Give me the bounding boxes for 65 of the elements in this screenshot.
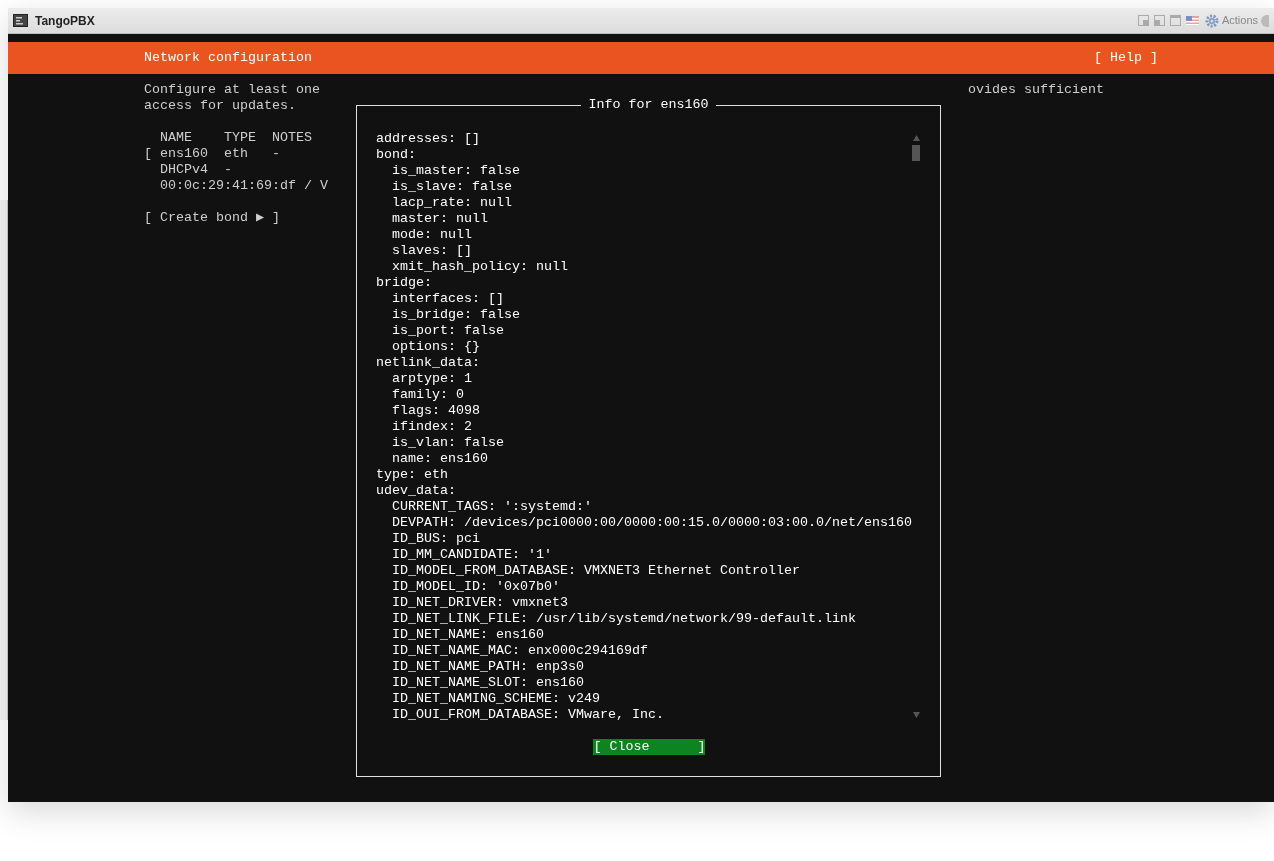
window-maximize-icon[interactable] (1169, 15, 1181, 26)
info-line: slaves: [] (392, 243, 473, 259)
info-line: CURRENT_TAGS: ':systemd:' (392, 499, 593, 515)
info-line: ID_NET_NAME: ens160 (392, 627, 545, 643)
info-line: master: null (392, 211, 489, 227)
info-line: ID_NET_DRIVER: vmxnet3 (392, 595, 569, 611)
info-line: ifindex: 2 (392, 419, 473, 435)
info-line: addresses: [] (376, 131, 481, 147)
scrollbar-thumb[interactable] (912, 145, 920, 161)
help-button[interactable]: [ Help ] (1094, 50, 1158, 66)
info-line: ID_NET_NAME_MAC: enx000c294169df (392, 643, 649, 659)
info-line: ID_MODEL_ID: '0x07b0' (392, 579, 561, 595)
info-line: ID_NET_NAME_SLOT: ens160 (392, 675, 585, 691)
info-line: is_master: false (392, 163, 521, 179)
table-cell-text: ens160 (160, 146, 209, 162)
window-title: TangoPBX (35, 12, 95, 30)
actions-menu[interactable]: Actions (1221, 12, 1258, 29)
info-line: ID_MM_CANDIDATE: '1' (392, 547, 553, 563)
column-header: NOTES (272, 130, 312, 146)
row-bracket[interactable]: [ (144, 146, 160, 162)
scroll-up-icon[interactable] (912, 135, 920, 141)
info-line: bridge: (376, 275, 433, 291)
info-line: options: {} (392, 339, 481, 355)
create-bond-button[interactable]: [ Create bond ▶ ] (144, 210, 280, 226)
info-line: name: ens160 (392, 451, 489, 467)
info-line: netlink_data: (376, 355, 481, 371)
info-line: bond: (376, 147, 417, 163)
info-line: is_port: false (392, 323, 505, 339)
info-line: family: 0 (392, 387, 465, 403)
window-restore-icon[interactable] (1137, 15, 1149, 26)
info-line: interfaces: [] (392, 291, 505, 307)
window-minimize-icon[interactable] (1153, 15, 1165, 26)
info-line: mode: null (392, 227, 473, 243)
info-line: ID_MODEL_FROM_DATABASE: VMXNET3 Ethernet Controller (392, 563, 801, 579)
info-line: ID_NET_LINK_FILE: /usr/lib/systemd/network/99-default.link (392, 611, 857, 627)
close-button[interactable]: [ Close ] (592, 739, 705, 755)
table-cell: 00:0c:29:41:69:df / V (160, 178, 328, 194)
info-line: arptype: 1 (392, 371, 473, 387)
flag-icon[interactable] (1185, 15, 1199, 26)
info-line: xmit_hash_policy: null (392, 259, 569, 275)
screen-title: Network configuration (144, 50, 312, 66)
info-line: is_bridge: false (392, 307, 521, 323)
info-line: ID_NET_NAME_PATH: enp3s0 (392, 659, 585, 675)
terminal-icon (13, 14, 28, 27)
settings-icon[interactable] (1204, 13, 1219, 28)
info-line: udev_data: (376, 483, 457, 499)
table-cell: - (224, 162, 232, 178)
info-line: type: eth (376, 467, 449, 483)
info-line: is_slave: false (392, 179, 513, 195)
info-line: DEVPATH: /devices/pci0000:00/0000:00:15.0/0000:03:00.0/net/ens160 (392, 515, 912, 531)
info-line: flags: 4098 (392, 403, 481, 419)
info-line: ID_OUI_FROM_DATABASE: VMware, Inc. (392, 707, 665, 723)
info-line: ID_BUS: pci (392, 531, 481, 547)
scroll-down-icon[interactable] (912, 712, 920, 718)
info-line: is_vlan: false (392, 435, 505, 451)
table-cell-text: eth (224, 146, 249, 162)
intro-text: Configure at least one (144, 82, 320, 98)
intro-text: ovides sufficient (968, 82, 1104, 98)
info-line: lacp_rate: null (392, 195, 513, 211)
intro-text: access for updates. (144, 98, 296, 114)
info-line: ID_NET_NAMING_SCHEME: v249 (392, 691, 601, 707)
table-cell-text: DHCPv4 (160, 162, 209, 178)
column-header: TYPE (224, 130, 257, 146)
column-header: NAME (160, 130, 193, 146)
table-cell: - (272, 146, 280, 162)
